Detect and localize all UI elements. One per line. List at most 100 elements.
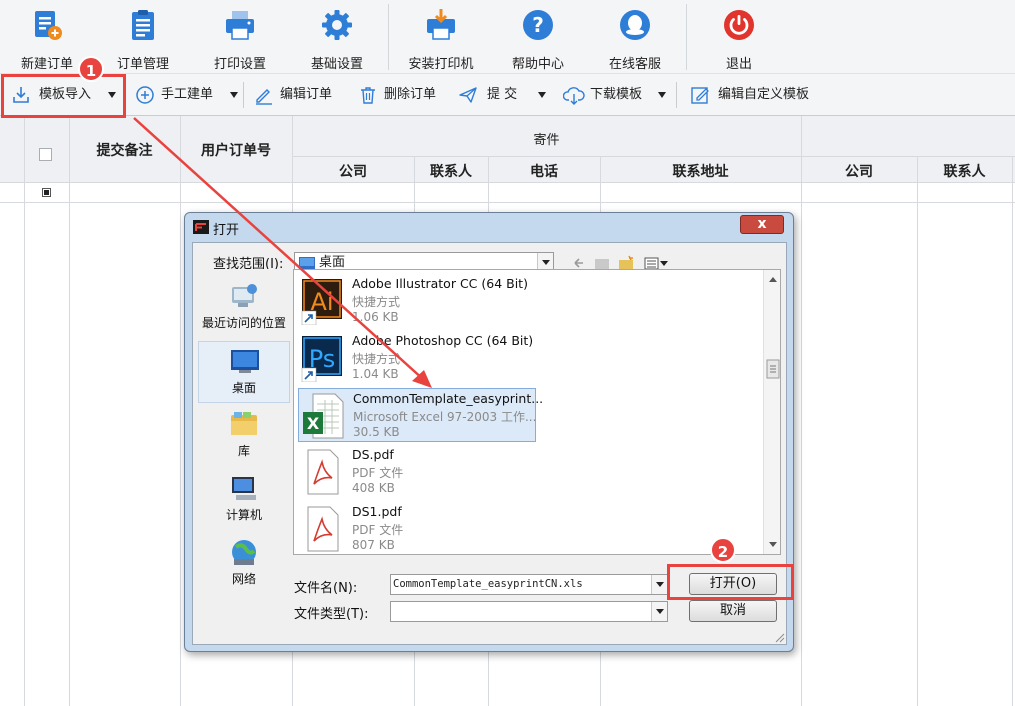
- power-icon: [724, 10, 754, 40]
- action-toolbar: 模板导入 手工建单 编辑订单 删除订单 提 交 下载模板 编辑自定义模板: [0, 74, 1015, 116]
- install-printer-button[interactable]: 安装打印机: [404, 0, 478, 74]
- chevron-down-icon[interactable]: [651, 602, 667, 621]
- file-name: DS1.pdf: [352, 504, 402, 519]
- manual-create-label: 手工建单: [161, 87, 214, 102]
- printer-install-icon: [427, 9, 455, 40]
- file-item[interactable]: Ai Adobe Illustrator CC (64 Bit) 快捷方式 1.…: [298, 274, 536, 328]
- filename-value: CommonTemplate_easyprintCN.xls: [393, 578, 583, 590]
- file-type: 快捷方式: [352, 295, 401, 309]
- place-recent-label: 最近访问的位置: [201, 316, 286, 330]
- file-type: 快捷方式: [352, 352, 401, 366]
- toolbar-divider: [676, 82, 677, 108]
- app-icon: [193, 220, 209, 234]
- sender-contact-column-header[interactable]: 联系人: [414, 161, 488, 181]
- resize-grip-icon[interactable]: [773, 631, 785, 643]
- place-library-label: 库: [237, 444, 250, 458]
- pdf-icon: [307, 506, 339, 552]
- desktop-small-icon: [299, 257, 315, 269]
- edit-box-icon: [691, 87, 709, 104]
- download-template-dropdown-icon[interactable]: [658, 92, 666, 98]
- highlight-template-import: [1, 74, 126, 118]
- svg-text:X: X: [307, 414, 320, 433]
- online-service-button[interactable]: 在线客服: [598, 0, 672, 74]
- sender-company-column-header[interactable]: 公司: [292, 161, 414, 181]
- new-order-icon: [35, 11, 62, 40]
- plus-circle-icon: [136, 86, 154, 104]
- sender-phone-column-header[interactable]: 电话: [488, 161, 600, 181]
- up-folder-icon: [595, 259, 609, 269]
- file-item[interactable]: DS1.pdf PDF 文件 807 KB: [298, 502, 536, 554]
- edit-order-button[interactable]: 编辑订单: [252, 74, 340, 116]
- filename-input[interactable]: CommonTemplate_easyprintCN.xls: [390, 574, 668, 595]
- submit-button[interactable]: 提 交: [457, 74, 527, 116]
- chevron-down-icon[interactable]: [651, 575, 667, 594]
- user-order-no-column-header[interactable]: 用户订单号: [180, 140, 292, 160]
- online-service-label: 在线客服: [608, 57, 661, 72]
- help-center-label: 帮助中心: [511, 57, 564, 72]
- help-center-button[interactable]: ? 帮助中心: [501, 0, 575, 74]
- new-order-button[interactable]: 新建订单: [10, 0, 84, 74]
- basic-settings-button[interactable]: 基础设置: [300, 0, 374, 74]
- file-item[interactable]: Ps Adobe Photoshop CC (64 Bit) 快捷方式 1.04…: [298, 331, 536, 385]
- place-network[interactable]: 网络: [198, 533, 290, 595]
- trash-icon: [361, 87, 375, 104]
- recent-places-icon: [232, 284, 257, 307]
- order-management-button[interactable]: 订单管理: [106, 0, 180, 74]
- delete-order-button[interactable]: 删除订单: [357, 74, 445, 116]
- edit-order-label: 编辑订单: [280, 87, 333, 102]
- file-type: PDF 文件: [352, 523, 404, 537]
- print-settings-button[interactable]: 打印设置: [203, 0, 277, 74]
- cancel-button[interactable]: 取消: [689, 600, 777, 622]
- receiver-contact-column-header[interactable]: 联系人: [917, 161, 1012, 181]
- toolbar-divider: [686, 4, 687, 70]
- file-name: CommonTemplate_easyprint...: [353, 391, 544, 406]
- row-checkbox[interactable]: [42, 188, 51, 197]
- toolbar-divider: [388, 4, 389, 70]
- filetype-dropdown[interactable]: [390, 601, 668, 622]
- file-size: 1.04 KB: [352, 367, 399, 381]
- submit-label: 提 交: [487, 87, 518, 102]
- file-item-selected[interactable]: X CommonTemplate_easyprint... Microsoft …: [298, 388, 543, 442]
- computer-icon: [232, 477, 256, 500]
- dialog-title: 打开: [213, 223, 240, 238]
- close-icon: x: [757, 216, 767, 232]
- filetype-label: 文件类型(T):: [294, 607, 369, 622]
- dialog-close-button[interactable]: x: [740, 215, 784, 234]
- file-size: 1.06 KB: [352, 310, 399, 324]
- toolbar-divider: [243, 82, 244, 108]
- place-computer[interactable]: 计算机: [198, 469, 290, 531]
- sender-address-column-header[interactable]: 联系地址: [600, 161, 801, 181]
- receiver-company-column-header[interactable]: 公司: [801, 161, 917, 181]
- delete-order-label: 删除订单: [384, 87, 437, 102]
- edit-custom-template-button[interactable]: 编辑自定义模板: [689, 74, 815, 116]
- basic-settings-label: 基础设置: [310, 57, 363, 72]
- illustrator-icon: Ai: [301, 279, 342, 325]
- manual-create-button[interactable]: 手工建单: [133, 74, 223, 116]
- main-toolbar: 新建订单 订单管理 打印设置 基础设置 安装打印机 ? 帮助中心 在线客服 退出: [0, 0, 1015, 74]
- file-name: Adobe Photoshop CC (64 Bit): [352, 333, 534, 348]
- file-list-scrollbar[interactable]: [763, 270, 780, 554]
- clipboard-icon: [132, 10, 154, 40]
- edit-custom-template-label: 编辑自定义模板: [718, 87, 810, 102]
- manual-create-dropdown-icon[interactable]: [230, 92, 238, 98]
- pencil-icon: [256, 89, 272, 105]
- order-management-label: 订单管理: [116, 57, 169, 72]
- place-computer-label: 计算机: [225, 508, 262, 522]
- place-desktop[interactable]: 桌面: [198, 341, 290, 403]
- filename-label: 文件名(N):: [294, 581, 358, 596]
- file-type: PDF 文件: [352, 466, 404, 480]
- remark-column-header[interactable]: 提交备注: [69, 140, 180, 160]
- place-library[interactable]: 库: [198, 405, 290, 467]
- new-order-label: 新建订单: [20, 57, 73, 72]
- download-template-button[interactable]: 下载模板: [563, 74, 653, 116]
- place-desktop-label: 桌面: [231, 381, 256, 395]
- file-size: 408 KB: [352, 481, 395, 495]
- file-name: DS.pdf: [352, 447, 394, 462]
- select-all-checkbox[interactable]: [39, 148, 52, 161]
- file-item[interactable]: DS.pdf PDF 文件 408 KB: [298, 445, 536, 499]
- printer-icon: [226, 11, 254, 40]
- submit-dropdown-icon[interactable]: [538, 92, 546, 98]
- photoshop-icon: Ps: [301, 336, 342, 382]
- exit-button[interactable]: 退出: [702, 0, 776, 74]
- place-recent[interactable]: 最近访问的位置: [198, 277, 290, 339]
